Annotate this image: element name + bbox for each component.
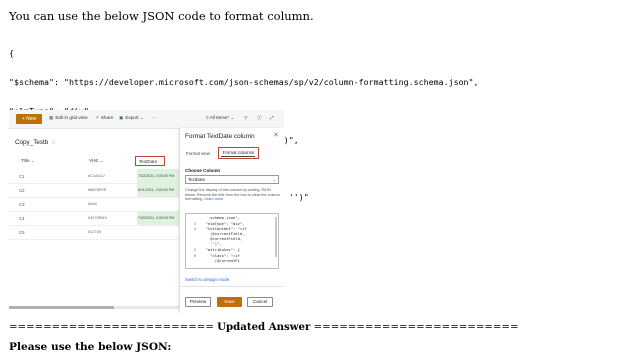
- column-select[interactable]: TextDate ⌄: [185, 175, 279, 184]
- table-row[interactable]: C1 #C1A5CV 7/22/2021, 3:00:00 PM: [9, 169, 179, 184]
- line-number: 5: [193, 247, 196, 252]
- switch-design-mode-link[interactable]: Switch to design mode: [185, 277, 229, 282]
- row-vhe: #B6765VR: [88, 188, 107, 192]
- table-row[interactable]: C3 #Null: [9, 197, 179, 212]
- column-header-title-label: Title: [21, 158, 30, 163]
- rule-left: ========================: [9, 322, 214, 333]
- list-title-text: Copy_Testb: [15, 139, 49, 146]
- row-vhe: #1271B: [88, 230, 102, 234]
- more-button[interactable]: ···: [152, 115, 157, 120]
- row-title: C5: [19, 230, 25, 235]
- export-button[interactable]: ▣ Export ⌄: [119, 115, 144, 121]
- info-icon[interactable]: ⓘ: [257, 115, 262, 121]
- editor-line: "attributes": {: [201, 247, 240, 252]
- row-vhe: #Null: [88, 202, 97, 206]
- table-row[interactable]: C2 #B6765VR 8/11/2021, 3:00:00 PM: [9, 183, 179, 198]
- rule-right: ========================: [313, 322, 519, 333]
- updated-answer-heading: ======================== Updated Answer …: [9, 321, 519, 333]
- column-select-value: TextDate: [188, 177, 205, 182]
- column-header-textdate[interactable]: TextDate: [135, 156, 165, 166]
- share-icon: ↗: [95, 115, 99, 120]
- row-textdate: 7/20/2021, 3:00:00 PM: [137, 211, 179, 225]
- updated-answer-label: Updated Answer: [217, 321, 311, 333]
- editor-scrollbar[interactable]: [275, 217, 277, 257]
- editor-line: (@currentFi: [201, 258, 240, 263]
- table-row[interactable]: C5 #1271B: [9, 225, 179, 240]
- format-column-panel: Format TextDate column ✕ Format view For…: [179, 128, 284, 313]
- table-row[interactable]: C4 #3270RMV 7/20/2021, 3:00:00 PM: [9, 211, 179, 226]
- command-bar: + New ▦ Edit in grid view ↗ Share ▣ Export …: [9, 110, 284, 129]
- expand-icon[interactable]: ⤢: [270, 115, 274, 120]
- learn-more-link[interactable]: Learn more: [204, 197, 223, 201]
- list-title: Copy_Testb ☆: [15, 139, 56, 146]
- close-icon[interactable]: ✕: [273, 131, 279, 139]
- export-label: Export: [125, 115, 139, 120]
- row-vhe: #3270RMV: [88, 216, 107, 220]
- filter-icon[interactable]: ▽: [244, 115, 248, 121]
- grid-icon: ▦: [49, 115, 54, 120]
- json-line: "$schema": "https://developer.microsoft.…: [9, 76, 479, 87]
- choose-column-label: Choose Column: [185, 168, 221, 173]
- panel-title: Format TextDate column: [185, 133, 255, 140]
- row-textdate: 7/22/2021, 3:00:00 PM: [137, 169, 179, 183]
- active-tab-underline: [221, 156, 255, 157]
- new-button[interactable]: + New: [16, 114, 42, 124]
- view-label: All Items*: [209, 115, 230, 120]
- row-title: C2: [19, 188, 25, 193]
- chevron-down-icon: ⌄: [272, 177, 276, 182]
- tab-format-view[interactable]: Format view: [186, 151, 210, 156]
- editor-line: '')",: [201, 241, 222, 246]
- line-number: 6: [193, 253, 196, 258]
- scrollbar-thumb[interactable]: [9, 306, 114, 309]
- save-button[interactable]: Save: [217, 297, 242, 307]
- panel-divider: [180, 286, 284, 287]
- json-line: {: [9, 48, 14, 59]
- column-header-vhe-label: VHE: [89, 158, 99, 163]
- editor-line: .schema.json",: [201, 215, 240, 220]
- row-textdate: 8/11/2021, 3:00:00 PM: [137, 183, 179, 197]
- preview-button[interactable]: Preview: [185, 297, 211, 307]
- column-header-title[interactable]: Title ⌄: [21, 158, 35, 164]
- sharepoint-screenshot: + New ▦ Edit in grid view ↗ Share ▣ Export …: [9, 110, 284, 313]
- horizontal-scrollbar[interactable]: [9, 306, 179, 309]
- tab-format-columns[interactable]: Format columns: [218, 147, 259, 159]
- share-label: Share: [100, 115, 114, 120]
- share-button[interactable]: ↗ Share: [95, 115, 113, 121]
- please-use-heading: Please use the below JSON:: [9, 341, 172, 353]
- favorite-star-icon[interactable]: ☆: [51, 140, 55, 146]
- cancel-button[interactable]: Cancel: [247, 297, 273, 307]
- panel-description: Change the display of this column by add…: [185, 188, 280, 202]
- view-selector[interactable]: ≡ All Items* ⌄: [206, 115, 234, 121]
- row-textdate: [137, 225, 179, 239]
- json-editor[interactable]: .schema.json", 3 "elmType": "div", 4 "tx…: [185, 213, 279, 269]
- row-title: C3: [19, 202, 25, 207]
- row-textdate: [137, 197, 179, 211]
- row-vhe: #C1A5CV: [88, 174, 105, 178]
- intro-text: You can use the below JSON code to forma…: [9, 9, 314, 23]
- row-title: C4: [19, 216, 25, 221]
- edit-grid-label: Edit in grid view: [55, 115, 88, 120]
- column-header-vhe[interactable]: VHE ⌄: [89, 158, 104, 164]
- excel-icon: ▣: [119, 115, 124, 120]
- panel-description-text: Change the display of this column by add…: [185, 188, 280, 202]
- row-title: C1: [19, 174, 25, 179]
- line-number: 4: [193, 226, 196, 231]
- edit-grid-button[interactable]: ▦ Edit in grid view: [49, 115, 88, 121]
